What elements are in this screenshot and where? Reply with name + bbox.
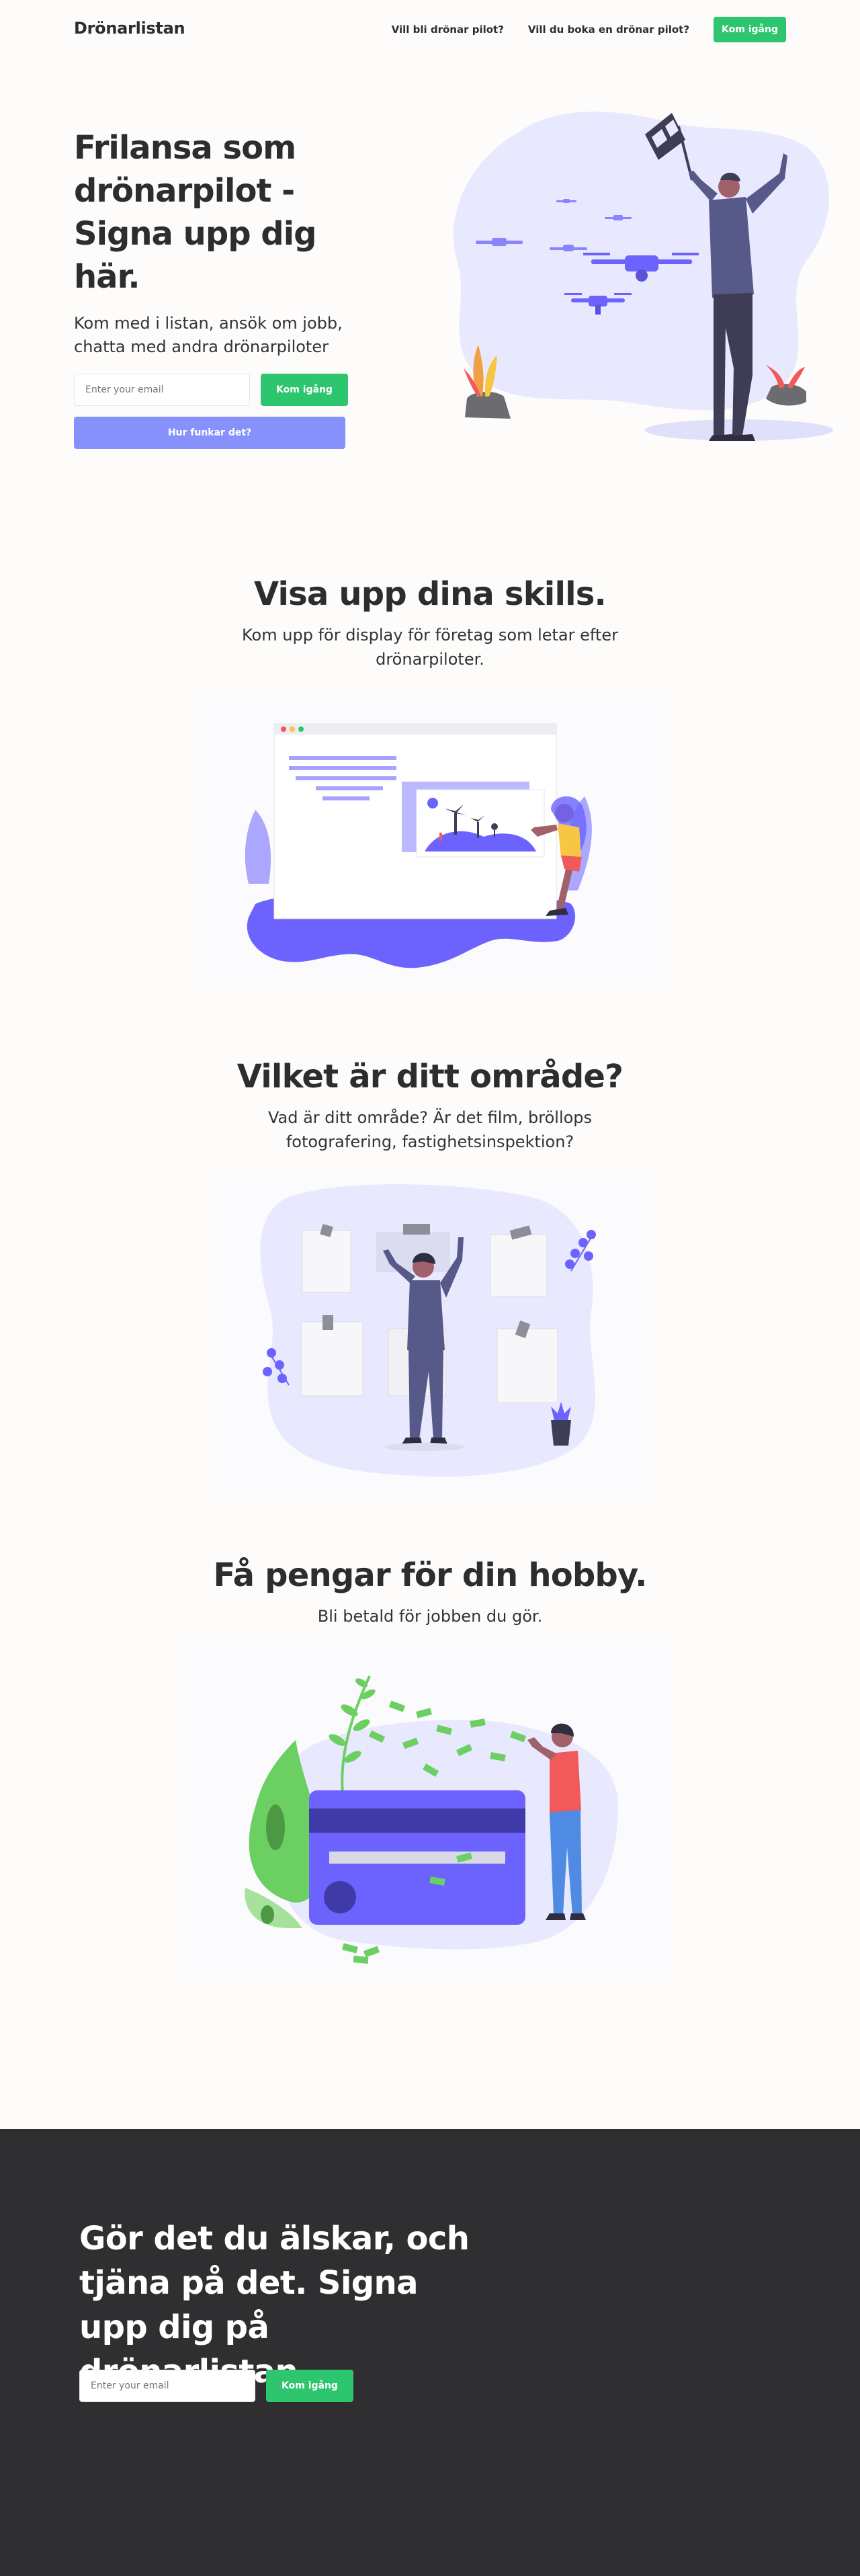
area-section: Vilket är ditt område? Vad är ditt områd… xyxy=(0,991,860,1493)
hero-subtitle: Kom med i listan, ansök om jobb, chatta … xyxy=(74,314,343,356)
earn-subtitle: Bli betald för jobben du gör. xyxy=(317,1607,543,1626)
top-nav: Drönarlistan Vill bli drönar pilot? Vill… xyxy=(0,0,860,59)
area-title: Vilket är ditt område? xyxy=(236,1058,624,1095)
cta-email-input[interactable] xyxy=(79,2370,255,2402)
hero-email-input[interactable] xyxy=(74,374,250,406)
nav-link-become-pilot[interactable]: Vill bli drönar pilot? xyxy=(392,24,504,36)
skills-subtitle: Kom upp för display för företag som leta… xyxy=(242,626,618,669)
skills-section: Visa upp dina skills. Kom upp för displa… xyxy=(0,437,860,991)
skills-title: Visa upp dina skills. xyxy=(254,575,607,613)
portfolio-display-illustration xyxy=(195,696,665,991)
money-card-illustration xyxy=(188,1646,672,1975)
hero-get-started-button[interactable]: Kom igång xyxy=(261,374,348,406)
nav-link-book-pilot[interactable]: Vill du boka en drönar pilot? xyxy=(528,24,689,36)
earn-title: Få pengar för din hobby. xyxy=(213,1556,647,1594)
cta-title: Gör det du älskar, och tjäna på det. Sig… xyxy=(79,2220,470,2391)
cta-get-started-button[interactable]: Kom igång xyxy=(266,2370,353,2402)
planning-board-illustration xyxy=(215,1170,645,1493)
brand-logo[interactable]: Drönarlistan xyxy=(74,19,185,38)
hero-title: Frilansa som drönarpilot - Signa upp dig… xyxy=(74,129,316,296)
hero-section: Frilansa som drönarpilot - Signa upp dig… xyxy=(0,59,860,449)
earn-section: Få pengar för din hobby. Bli betald för … xyxy=(0,1493,860,1975)
hero-content: Frilansa som drönarpilot - Signa upp dig… xyxy=(74,126,383,449)
nav-links: Vill bli drönar pilot? Vill du boka en d… xyxy=(392,17,786,42)
hero-signup-form: Kom igång xyxy=(74,374,383,406)
nav-get-started-button[interactable]: Kom igång xyxy=(714,17,786,42)
drone-pilot-illustration xyxy=(453,112,833,441)
cta-section: Gör det du älskar, och tjäna på det. Sig… xyxy=(0,2129,860,2576)
area-subtitle: Vad är ditt område? Är det film, bröllop… xyxy=(267,1108,593,1151)
cta-signup-form: Kom igång xyxy=(79,2370,353,2402)
